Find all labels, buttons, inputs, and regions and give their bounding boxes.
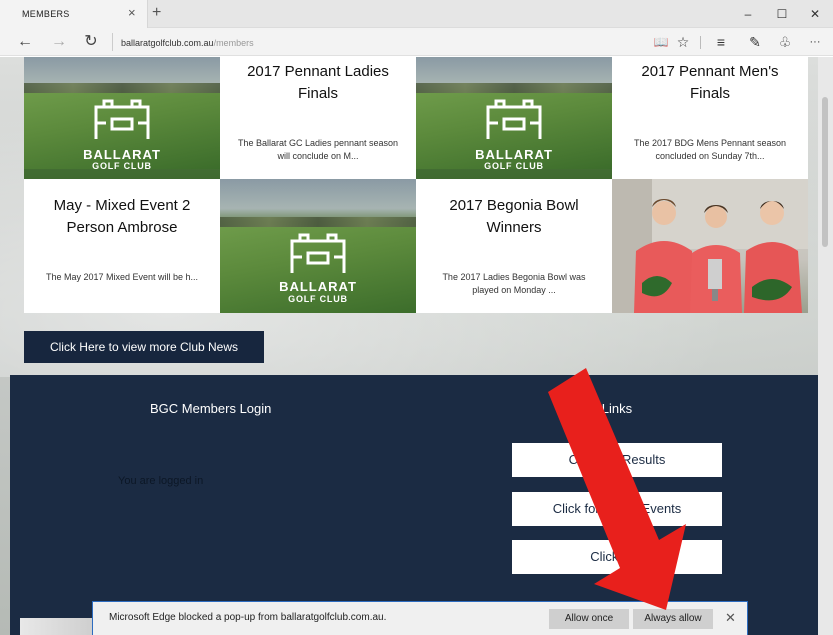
news-card-1[interactable]: 2017 Pennant Ladies Finals The Ballarat … [220, 57, 416, 179]
logo-ballarat: BALLARAT [83, 147, 161, 162]
hub-icon[interactable]: ≡ [710, 32, 732, 52]
share-icon[interactable]: ♧ [774, 32, 796, 52]
news-image-2[interactable]: BALLARAT GOLF CLUB [416, 57, 612, 179]
members-section: BGC Members Login You are logged in mber… [10, 375, 818, 635]
logged-in-status: You are logged in [118, 475, 204, 487]
more-icon[interactable]: ··· [804, 32, 826, 52]
new-tab-button[interactable]: + [152, 4, 161, 22]
logo-golf-club: GOLF CLUB [92, 161, 152, 171]
third-link-button[interactable]: Click fo e [512, 540, 722, 574]
logo-golf-club: GOLF CLUB [288, 294, 348, 304]
close-window-button[interactable]: ✕ [800, 5, 830, 23]
news-title[interactable]: 2017 Pennant Ladies Finals [232, 61, 404, 105]
address-bar[interactable]: ballaratgolfclub.com.au/members [112, 33, 632, 51]
maximize-button[interactable]: ☐ [767, 5, 797, 23]
view-more-news-button[interactable]: Click Here to view more Club News [24, 331, 264, 363]
back-icon[interactable]: ← [14, 32, 36, 52]
allow-once-button[interactable]: Allow once [549, 609, 629, 629]
popup-blocked-message: Microsoft Edge blocked a pop-up from bal… [109, 612, 387, 623]
news-card-3[interactable]: May - Mixed Event 2 Person Ambrose The M… [24, 179, 220, 313]
news-image-3[interactable]: BALLARAT GOLF CLUB [220, 179, 416, 313]
tab-members[interactable]: MEMBERS × [0, 0, 148, 28]
web-note-icon[interactable]: ✎ [744, 32, 766, 52]
close-notification-icon[interactable]: ✕ [725, 610, 736, 626]
tab-title: MEMBERS [22, 9, 70, 19]
news-excerpt: The May 2017 Mixed Event will be h... [45, 272, 199, 282]
ballarat-logo-icon [94, 99, 150, 139]
always-allow-button[interactable]: Always allow [633, 609, 713, 629]
footer-image-fragment [20, 618, 92, 635]
minimize-button[interactable]: – [733, 5, 763, 23]
news-card-4[interactable]: 2017 Begonia Bowl Winners The 2017 Ladie… [416, 179, 612, 313]
begonia-winners-photo[interactable] [612, 179, 808, 313]
news-title[interactable]: May - Mixed Event 2 Person Ambrose [36, 195, 208, 239]
logo-ballarat: BALLARAT [279, 279, 357, 294]
members-login-title: BGC Members Login [150, 401, 272, 416]
news-excerpt: The 2017 Ladies Begonia Bowl was played … [442, 272, 586, 295]
popup-blocked-bar: Microsoft Edge blocked a pop-up from bal… [92, 601, 748, 635]
ballarat-logo-icon [290, 233, 346, 273]
comp-results-button[interactable]: Click mp Results [512, 443, 722, 477]
url-path: /members [213, 38, 254, 48]
page-viewport: BALLARAT GOLF CLUB 2017 Pennant Ladies F… [0, 57, 833, 635]
news-title[interactable]: 2017 Pennant Men's Finals [624, 61, 796, 105]
news-card-2[interactable]: 2017 Pennant Men's Finals The 2017 BDG M… [612, 57, 808, 179]
scrollbar-thumb[interactable] [822, 97, 828, 247]
reading-view-icon[interactable]: 📖 [650, 32, 672, 52]
tab-bar: MEMBERS × + – ☐ ✕ [0, 0, 833, 28]
logo-golf-club: GOLF CLUB [484, 161, 544, 171]
ballarat-logo-icon [486, 99, 542, 139]
winners-photo-image [612, 179, 808, 313]
members-links-title: mbers Links [562, 401, 633, 416]
forward-icon[interactable]: → [48, 32, 70, 52]
refresh-icon[interactable]: ↻ [80, 32, 102, 52]
tab-close-icon[interactable]: × [128, 6, 136, 20]
navigation-bar: ← → ↻ ballaratgolfclub.com.au/members 📖 … [0, 28, 833, 56]
news-excerpt: The Ballarat GC Ladies pennant season wi… [237, 138, 399, 161]
url-host: ballaratgolfclub.com.au [121, 38, 214, 48]
logo-ballarat: BALLARAT [475, 147, 553, 162]
toolbar-divider [700, 36, 701, 49]
favorite-star-icon[interactable]: ☆ [672, 32, 694, 52]
news-excerpt: The 2017 BDG Mens Pennant season conclud… [633, 138, 787, 161]
upcoming-events-button[interactable]: Click for Up ng Events [512, 492, 722, 526]
news-title[interactable]: 2017 Begonia Bowl Winners [428, 195, 600, 239]
news-image-1[interactable]: BALLARAT GOLF CLUB [24, 57, 220, 179]
